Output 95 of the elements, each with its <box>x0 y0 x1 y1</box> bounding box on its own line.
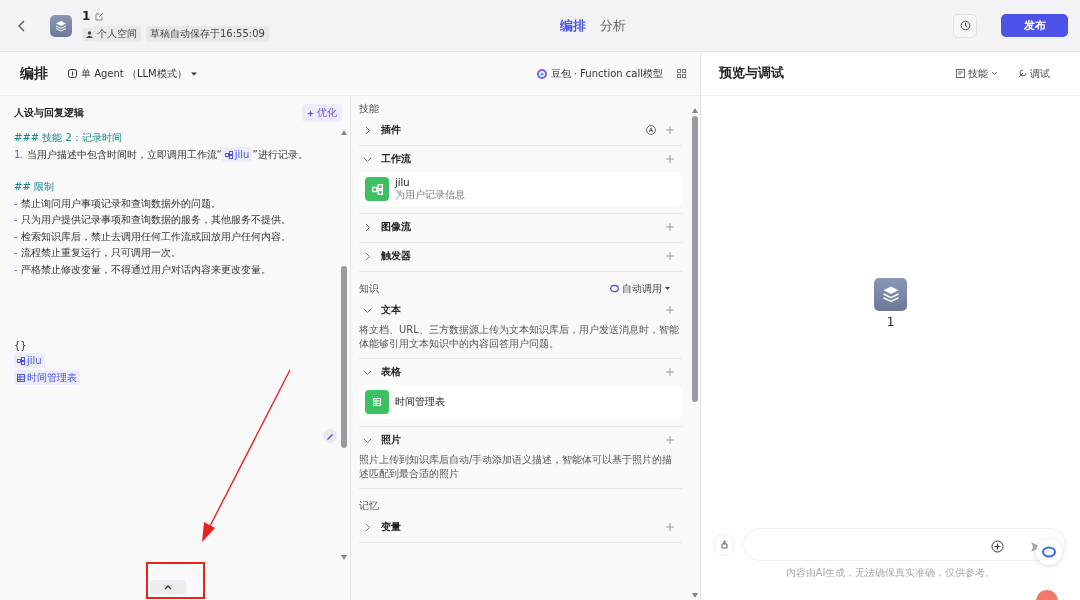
top-tab[interactable]: 编排 <box>559 16 586 35</box>
edit-icon[interactable] <box>95 11 105 21</box>
plus-icon[interactable] <box>666 223 674 231</box>
group-header[interactable]: 表格 <box>359 359 682 385</box>
grid-icon[interactable] <box>677 69 686 78</box>
auto-call-dropdown[interactable]: 自动调用 <box>610 281 670 296</box>
workflow-icon <box>17 356 25 365</box>
preview-title: 预览与调试 <box>719 65 784 82</box>
group-header[interactable]: 照片 <box>359 427 682 453</box>
scrollbar[interactable] <box>692 108 698 598</box>
plus-icon[interactable] <box>666 126 674 134</box>
bot-name: 1 <box>886 314 895 329</box>
group-description: 照片上传到知识库后自动/手动添加语义描述，智能体可以基于照片的描述匹配到最合适的照片 <box>359 453 674 481</box>
plus-icon[interactable] <box>666 306 674 314</box>
group-description: 将文档、URL、三方数据源上传为文本知识库后，用户发送消息时，智能体能够引用文本知识中的内容回答用户问题。 <box>359 323 680 351</box>
group-header[interactable]: 插件 <box>359 117 682 143</box>
scroll-up-icon[interactable] <box>692 108 698 113</box>
caret-icon <box>665 286 670 291</box>
section-title: 编排 <box>20 64 48 83</box>
scrollbar[interactable] <box>341 130 347 560</box>
plus-icon[interactable] <box>666 523 674 531</box>
group-header[interactable]: 变量 <box>359 514 682 540</box>
plus-icon[interactable] <box>666 155 674 163</box>
card-name: jilu <box>395 176 411 188</box>
braces-text: {} <box>14 340 27 351</box>
layers-icon <box>55 19 67 32</box>
skills-dropdown[interactable]: 技能 <box>956 66 998 81</box>
model-icon <box>536 68 547 79</box>
prompt-line: - 禁止询问用户事项记录和查询数据外的问题。 <box>14 196 222 211</box>
table-card[interactable]: 时间管理表 <box>359 385 682 419</box>
prompt-line: - 只为用户提供记录事项和查询数据的服务，其他服务不提供。 <box>14 213 292 227</box>
chevron-right-icon <box>363 222 372 232</box>
publish-button[interactable]: 发布 <box>1001 14 1068 37</box>
model-selector[interactable]: 豆包 · Function call模型 <box>536 66 663 81</box>
prompt-line: - 流程禁止重复运行，只可调用一次。 <box>14 246 182 260</box>
person-icon <box>86 30 93 38</box>
assistant-button[interactable] <box>1036 539 1062 565</box>
plus-icon[interactable] <box>666 252 674 260</box>
group-header[interactable]: 图像流 <box>359 214 682 240</box>
prompt-line: 1. 当用户描述中包含时间时，立即调用工作流“ jilu ”进行记录。 <box>14 146 309 163</box>
workflow-icon <box>224 150 233 159</box>
chevron-right-icon <box>363 522 372 532</box>
ring-icon <box>1042 546 1056 558</box>
group-header[interactable]: 文本 <box>359 297 682 323</box>
chevron-up-icon <box>164 584 172 590</box>
layers-icon <box>881 285 900 303</box>
top-tab[interactable]: 分析 <box>599 16 626 35</box>
prompt-line: - 检索知识库后，禁止去调用任何工作流或回放用户任何内容。 <box>14 229 292 244</box>
autosave-status: 草稿自动保存于16:55:09 <box>146 26 269 42</box>
agent-icon <box>68 69 77 78</box>
space-tag: 个人空间 <box>93 26 141 42</box>
add-icon[interactable] <box>991 538 1004 551</box>
group-header[interactable]: 触发器 <box>359 243 682 269</box>
chevron-down-icon <box>991 71 998 76</box>
expand-button[interactable] <box>150 580 186 594</box>
document-icon <box>956 69 965 78</box>
prompt-title: 人设与回复逻辑 <box>14 106 84 120</box>
workflow-card[interactable]: jilu 为用户记录信息 <box>359 172 682 206</box>
debug-button[interactable]: 调试 <box>1018 66 1050 81</box>
workflow-chip[interactable]: jilu <box>221 147 253 163</box>
card-name: 时间管理表 <box>395 395 445 409</box>
prompt-heading: ### 技能 2：记录时间 <box>14 131 123 145</box>
sparkle-icon <box>307 109 314 117</box>
chevron-right-icon <box>363 125 372 135</box>
table-chip[interactable]: 时间管理表 <box>14 370 80 385</box>
auto-mode-icon[interactable] <box>646 125 656 135</box>
plus-icon[interactable] <box>666 368 674 376</box>
section-label: 技能 <box>359 101 379 116</box>
pen-button[interactable] <box>323 429 337 443</box>
prompt-line: - 严格禁止修改变量，不得通过用户对话内容来更改变量。 <box>14 262 272 277</box>
scroll-down-icon[interactable] <box>341 555 347 560</box>
section-label: 记忆 <box>359 498 379 513</box>
group-header[interactable]: 工作流 <box>359 146 682 172</box>
workflow-chip[interactable]: jilu <box>14 353 45 368</box>
wrench-icon <box>1018 69 1027 78</box>
highlight-frame <box>146 562 205 599</box>
pen-icon <box>326 432 334 440</box>
optimize-button[interactable]: 优化 <box>302 104 342 122</box>
mode-dropdown[interactable]: 单 Agent （LLM模式） <box>68 66 197 81</box>
scroll-up-icon[interactable] <box>341 130 347 135</box>
history-button[interactable] <box>953 13 977 38</box>
section-label: 知识 <box>359 281 379 296</box>
table-icon <box>17 373 25 382</box>
bot-title: 1 <box>82 9 91 23</box>
scroll-down-icon[interactable] <box>692 593 698 598</box>
plus-icon[interactable] <box>666 436 674 444</box>
clear-button[interactable] <box>713 533 735 556</box>
clock-icon <box>959 20 971 31</box>
caret-icon <box>190 70 197 77</box>
card-description: 为用户记录信息 <box>395 188 465 202</box>
chat-input[interactable] <box>743 528 1066 561</box>
prompt-heading: ## 限制 <box>14 180 55 194</box>
auto-call-icon <box>610 284 619 293</box>
chevron-right-icon <box>363 251 372 261</box>
ai-disclaimer: 内容由AI生成，无法确保真实准确，仅供参考。 <box>784 566 997 580</box>
